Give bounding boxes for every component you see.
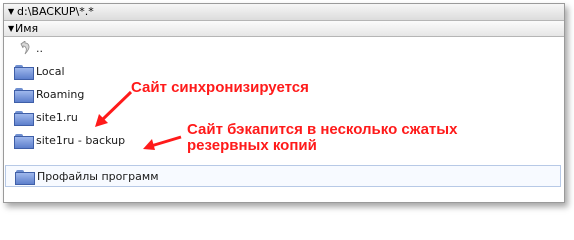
list-item-label: Roaming [36, 88, 85, 101]
up-arrow-icon [20, 41, 30, 55]
folder-icon [14, 88, 34, 103]
folder-icon [15, 170, 35, 185]
path-bar[interactable]: ▼ d:\BACKUP\*.* [4, 4, 564, 21]
list-item-parent-dir[interactable]: .. [5, 38, 561, 60]
list-item-label: site1.ru [36, 111, 78, 124]
list-item-label: site1ru - backup [36, 134, 126, 147]
column-header-name[interactable]: ▼ Имя [4, 21, 564, 37]
file-panel: ▼ d:\BACKUP\*.* ▼ Имя .. Local Roaming s… [3, 3, 565, 203]
column-header-label: Имя [15, 22, 39, 35]
annotation-backup-line1: Сайт бэкапится в несколько сжатых [187, 121, 458, 138]
folder-icon [14, 65, 34, 80]
folder-icon [14, 111, 34, 126]
sort-triangle-icon: ▼ [8, 24, 15, 33]
list-item-label: Профайлы программ [37, 170, 159, 183]
dropdown-triangle-icon[interactable]: ▼ [8, 4, 14, 20]
list-item-folder-program-profiles[interactable]: Профайлы программ [5, 165, 561, 187]
list-item-label: Local [36, 65, 65, 78]
list-item-label: .. [36, 42, 43, 55]
annotation-backup-line2: резервных копий [187, 137, 317, 154]
current-path: d:\BACKUP\*.* [17, 5, 94, 18]
annotation-sync: Сайт синхронизируется [131, 79, 309, 96]
folder-icon [14, 134, 34, 149]
